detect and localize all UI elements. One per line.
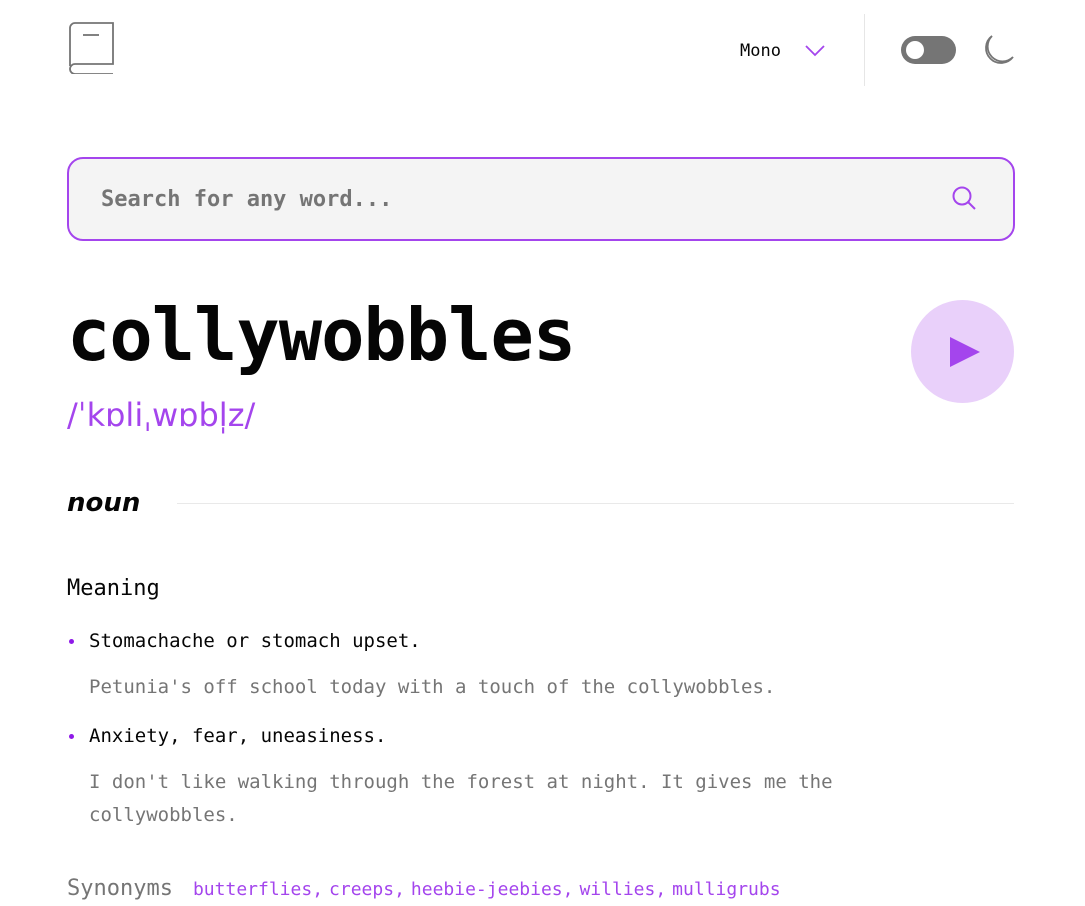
play-icon (950, 337, 980, 367)
synonym-link[interactable]: heebie-jeebies (411, 875, 563, 905)
theme-toggle[interactable] (901, 36, 956, 64)
synonym-separator: , (312, 879, 324, 900)
synonym-separator: , (394, 879, 405, 900)
synonym-link[interactable]: creeps (329, 875, 394, 905)
header: Mono (67, 14, 1015, 86)
definition-text: Anxiety, fear, uneasiness. (89, 725, 387, 747)
search-bar (67, 157, 1015, 241)
definition-text: Stomachache or stomach upset. (89, 630, 421, 652)
meaning-heading: Meaning (67, 576, 160, 601)
part-of-speech: noun (67, 488, 141, 518)
font-selector[interactable]: Mono (740, 38, 825, 64)
synonym-link[interactable]: mulligrubs (672, 875, 780, 905)
search-input[interactable] (101, 159, 921, 239)
word-title: collywobbles (67, 293, 576, 377)
play-pronunciation-button[interactable] (911, 300, 1014, 403)
definition-example: Petunia's off school today with a touch … (89, 676, 776, 698)
bullet-icon (69, 734, 74, 739)
synonyms-row: Synonyms butterflies, creeps, heebie-jee… (67, 874, 781, 905)
synonym-link[interactable]: butterflies (193, 875, 312, 905)
font-selector-value: Mono (740, 41, 781, 61)
synonym-separator: , (655, 879, 667, 900)
book-icon[interactable] (67, 22, 115, 74)
synonyms-label: Synonyms (67, 876, 173, 901)
bullet-icon (69, 639, 74, 644)
toggle-knob (906, 41, 924, 59)
chevron-down-icon (805, 45, 825, 57)
definition-example: I don't like walking through the forest … (89, 771, 833, 826)
search-icon[interactable] (951, 185, 977, 211)
synonym-link[interactable]: willies (579, 875, 655, 905)
part-of-speech-divider (177, 503, 1014, 504)
phonetic: /ˈkɒliˌwɒbl̩z/ (67, 396, 256, 434)
header-divider (864, 14, 865, 86)
synonym-separator: , (562, 879, 574, 900)
dictionary-page: Mono collywobbles /ˈkɒliˌwɒbl̩z/ noun Me… (67, 0, 1015, 906)
moon-icon[interactable] (981, 34, 1015, 68)
